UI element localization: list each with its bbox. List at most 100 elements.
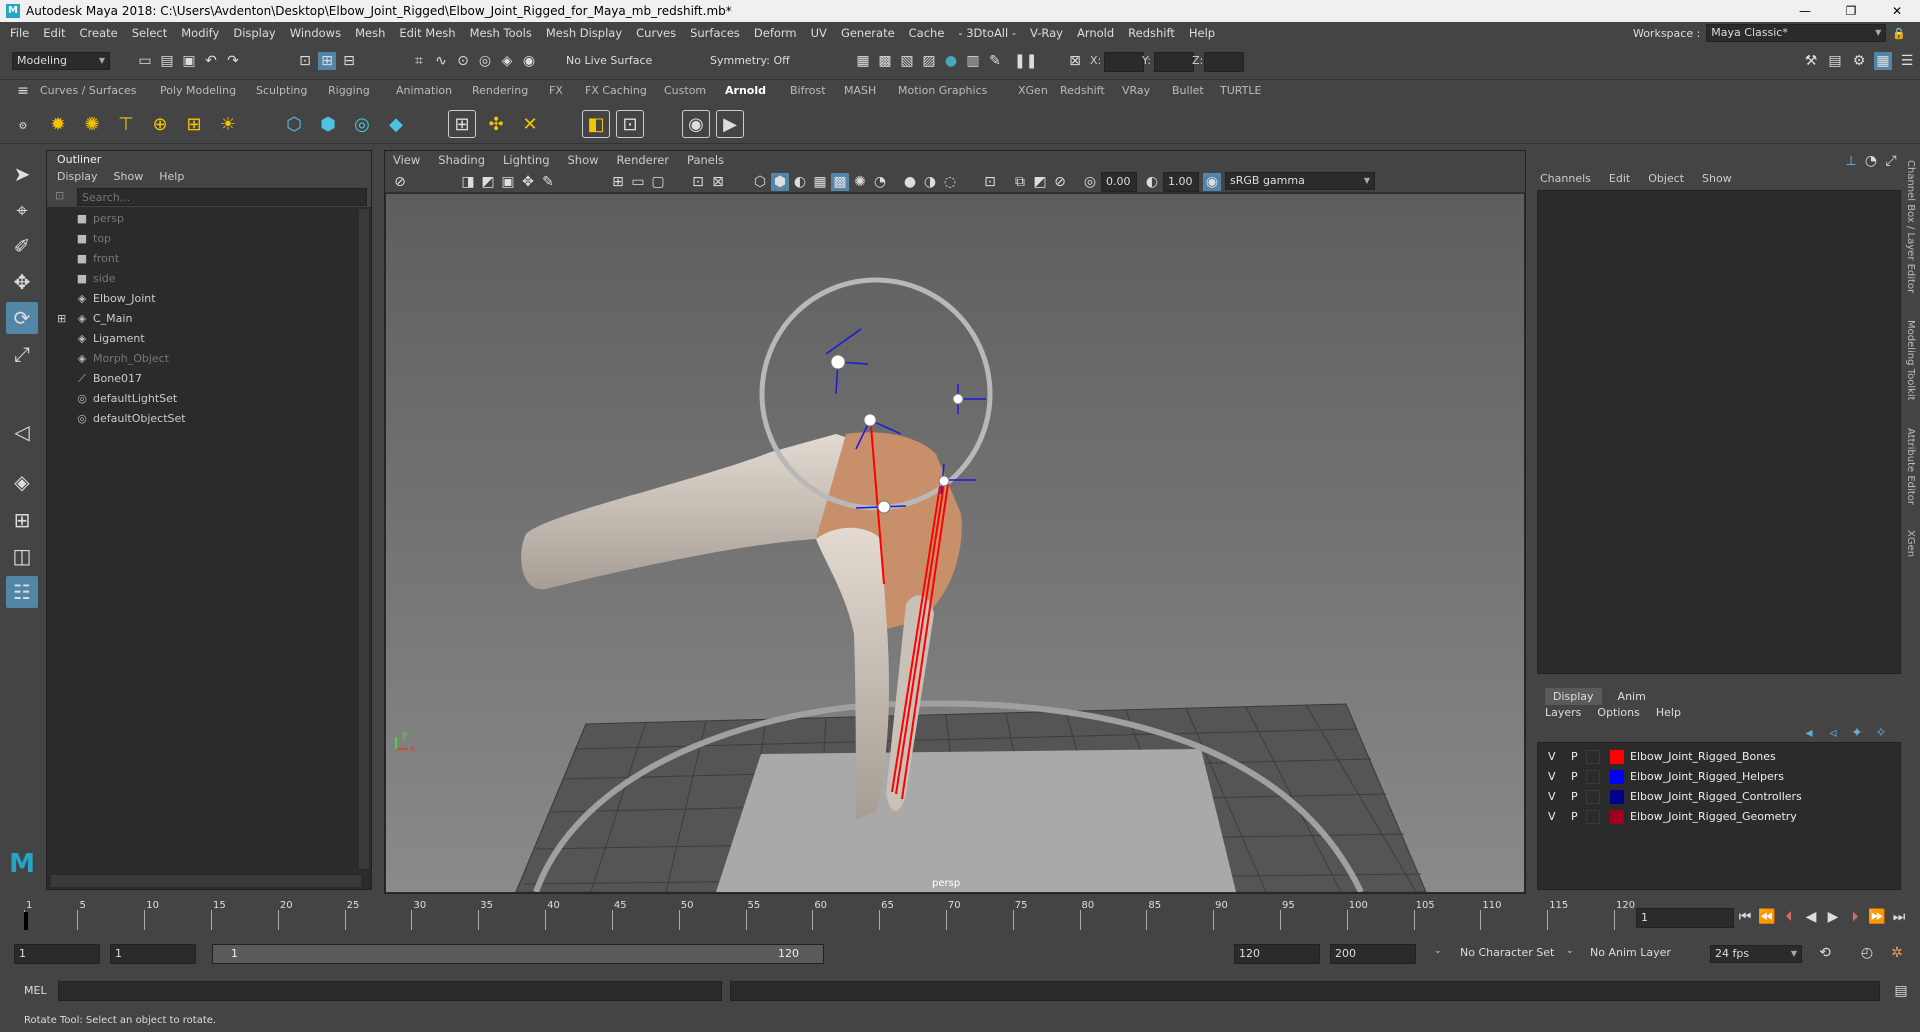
arnold-standin-icon[interactable]: ⬡	[280, 110, 308, 138]
layer-playback-toggle[interactable]: P	[1571, 747, 1578, 767]
render-settings-icon[interactable]: ▨	[920, 52, 938, 70]
move-layer-down-icon[interactable]: ◃	[1824, 724, 1842, 742]
layer-playback-toggle[interactable]: P	[1571, 767, 1578, 787]
layer-visibility-toggle[interactable]: V	[1548, 787, 1556, 807]
arnold-help-icon[interactable]: ⊡	[616, 110, 644, 138]
gamma-icon[interactable]: ◐	[1143, 173, 1161, 191]
select-object-icon[interactable]: ⊞	[318, 52, 336, 70]
auto-key-icon[interactable]: ◴	[1858, 944, 1876, 962]
layer-playback-toggle[interactable]: P	[1571, 807, 1578, 827]
shelf-tab-motion-graphics[interactable]: Motion Graphics	[898, 84, 987, 97]
snap-view-icon[interactable]: ◎	[476, 52, 494, 70]
exposure-icon[interactable]: ◎	[1081, 173, 1099, 191]
shelf-tab-fx-caching[interactable]: FX Caching	[585, 84, 647, 97]
outliner-item-defaultobjectset[interactable]: ◎ defaultObjectSet	[47, 409, 185, 429]
shelf-tab-xgen[interactable]: XGen	[1018, 84, 1048, 97]
tool-settings-icon[interactable]: ⚙	[1850, 52, 1868, 70]
arnold-photometric-light-icon[interactable]: ⊤	[112, 110, 140, 138]
smooth-shade-icon[interactable]: ⬢	[771, 173, 789, 191]
side-tab-attribute-editor[interactable]: Attribute Editor	[1905, 428, 1916, 505]
outliner-scrollbar[interactable]	[359, 209, 369, 869]
arnold-light-portal-icon[interactable]: ⊞	[180, 110, 208, 138]
shelf-tab-bifrost[interactable]: Bifrost	[790, 84, 826, 97]
color-management-icon[interactable]: ◉	[1203, 173, 1221, 191]
image-plane-icon[interactable]: ▣	[499, 173, 517, 191]
outliner-menu-show[interactable]: Show	[114, 170, 144, 186]
modeling-toolkit-icon[interactable]: ⚒	[1802, 52, 1820, 70]
menu-generate[interactable]: Generate	[834, 26, 902, 40]
shelf-tab-curves-surfaces[interactable]: Curves / Surfaces	[40, 84, 137, 97]
rotate-tool-icon[interactable]: ⟳	[6, 302, 38, 334]
shelf-tab-rigging[interactable]: Rigging	[328, 84, 370, 97]
arnold-render-view-icon[interactable]: ⊞	[448, 110, 476, 138]
shelf-tab-mash[interactable]: MASH	[844, 84, 876, 97]
camera-overscan-icon[interactable]: ◩	[1031, 173, 1049, 191]
current-frame-field[interactable]: 1	[1636, 908, 1734, 928]
shelf-tab-rendering[interactable]: Rendering	[472, 84, 528, 97]
arnold-licensing-icon[interactable]: ◧	[582, 110, 610, 138]
outliner-item-morph-object[interactable]: ◈ Morph_Object	[47, 349, 169, 369]
shadows-icon[interactable]: ✺	[851, 173, 869, 191]
gate-mask-icon[interactable]: ⧉	[1011, 173, 1029, 191]
minimize-button[interactable]: —	[1782, 0, 1828, 22]
time-slider[interactable]: 1 5 10 15 20 25 30 35 40 45 50 55 60 65 70 75 80 85 90 95 10…	[0, 898, 1920, 932]
outliner-item-bone017[interactable]: ⟋ Bone017	[47, 369, 142, 389]
open-scene-icon[interactable]: ▤	[158, 52, 176, 70]
new-scene-icon[interactable]: ▭	[136, 52, 154, 70]
menu-mesh[interactable]: Mesh	[348, 26, 392, 40]
x-field[interactable]	[1104, 52, 1144, 72]
wireframe-icon[interactable]: ⬡	[751, 173, 769, 191]
character-set-label[interactable]: No Character Set	[1460, 946, 1554, 959]
shelf-tab-turtle[interactable]: TURTLE	[1220, 84, 1261, 97]
channels-menu-show[interactable]: Show	[1702, 172, 1732, 185]
menu-display[interactable]: Display	[226, 26, 282, 40]
shelf-tab-fx[interactable]: FX	[549, 84, 563, 97]
lock-icon[interactable]: 🔒	[1892, 27, 1906, 40]
arnold-physical-sky-icon[interactable]: ☀	[214, 110, 242, 138]
animation-end-field[interactable]: 200	[1330, 944, 1416, 964]
layer-menu-layers[interactable]: Layers	[1545, 706, 1581, 719]
mel-label[interactable]: MEL	[24, 984, 47, 997]
side-tab-channel-box-layer-editor[interactable]: Channel Box / Layer Editor	[1905, 160, 1916, 293]
outliner-toggle-icon[interactable]: ☰	[1898, 52, 1916, 70]
textured-icon[interactable]: ▦	[811, 173, 829, 191]
select-hierarchy-icon[interactable]: ⊡	[296, 52, 314, 70]
viewport-menu-lighting[interactable]: Lighting	[503, 153, 549, 169]
gamma-field[interactable]: 1.00	[1163, 172, 1199, 192]
four-pane-icon[interactable]: ⊞	[6, 504, 38, 536]
film-gate-icon[interactable]: ▭	[629, 173, 647, 191]
outliner-item-c-main[interactable]: ⊞ ◈ C_Main	[47, 309, 132, 329]
channels-menu-channels[interactable]: Channels	[1540, 172, 1591, 185]
shelf-tab-bullet[interactable]: Bullet	[1172, 84, 1204, 97]
layer-menu-options[interactable]: Options	[1597, 706, 1639, 719]
shelf-tab-arnold[interactable]: Arnold	[725, 84, 766, 97]
go-to-start-icon[interactable]: ⏮	[1736, 908, 1754, 926]
exposure-field[interactable]: 0.00	[1101, 172, 1137, 192]
arnold-export-standin-icon[interactable]: ⬢	[314, 110, 342, 138]
current-time-marker[interactable]	[24, 912, 28, 930]
channel-box-toggle-icon[interactable]: ⟂	[1842, 152, 1860, 170]
layer-row[interactable]: V P Elbow_Joint_Rigged_Bones	[1538, 747, 1900, 767]
undo-icon[interactable]: ↶	[202, 52, 220, 70]
menu-mesh-tools[interactable]: Mesh Tools	[463, 26, 539, 40]
channel-box-icon[interactable]: ▦	[1874, 52, 1892, 70]
lasso-tool-icon[interactable]: ⌖	[6, 194, 38, 226]
side-tab-xgen[interactable]: XGen	[1905, 530, 1916, 557]
shelf-menu-icon[interactable]: ≡	[14, 82, 32, 100]
character-set-chevron-icon[interactable]: ⌄	[1434, 946, 1442, 956]
menu-curves[interactable]: Curves	[629, 26, 683, 40]
arnold-flush-cache-icon[interactable]: ✕	[516, 110, 544, 138]
grid-icon[interactable]: ⊞	[609, 173, 627, 191]
two-d-pan-icon[interactable]: ✥	[519, 173, 537, 191]
layer-editor-toggle-icon[interactable]: ◔	[1862, 152, 1880, 170]
menu-create[interactable]: Create	[73, 26, 125, 40]
anim-prefs-icon[interactable]: ✲	[1888, 944, 1906, 962]
viewport-menu-show[interactable]: Show	[568, 153, 599, 169]
outliner-item-top[interactable]: ■ top	[47, 229, 111, 249]
search-filter-icon[interactable]: ⊡	[55, 189, 64, 202]
arnold-mesh-light-icon[interactable]: ✺	[78, 110, 106, 138]
menu-mesh-display[interactable]: Mesh Display	[539, 26, 629, 40]
loop-icon[interactable]: ⟲	[1816, 944, 1834, 962]
outliner-menu-display[interactable]: Display	[57, 170, 98, 186]
anim-layer-label[interactable]: No Anim Layer	[1590, 946, 1671, 959]
